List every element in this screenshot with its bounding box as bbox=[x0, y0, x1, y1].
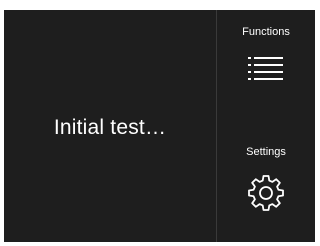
side-panel: Functions Settings bbox=[217, 10, 315, 242]
status-message: Initial test… bbox=[53, 116, 167, 139]
list-icon bbox=[248, 57, 283, 80]
settings-button[interactable]: Settings bbox=[217, 126, 315, 242]
main-display-area: Initial test… bbox=[4, 10, 216, 242]
gear-icon bbox=[248, 175, 284, 211]
settings-label: Settings bbox=[246, 146, 286, 158]
functions-label: Functions bbox=[242, 26, 290, 38]
functions-button[interactable]: Functions bbox=[217, 10, 315, 126]
device-screen: Initial test… Functions Settings bbox=[4, 10, 315, 242]
